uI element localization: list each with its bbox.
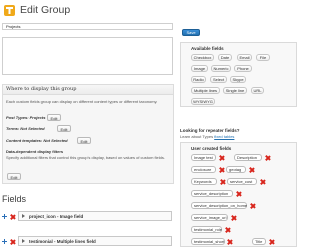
- fields-heading: Fields: [2, 194, 27, 204]
- add-select-field-button[interactable]: Select: [210, 76, 227, 83]
- user-created-fields-panel: User created fields Image test Descripti…: [180, 142, 297, 247]
- remove-icon[interactable]: [260, 179, 265, 184]
- display-intro-text: Each custom fields group can display on …: [6, 99, 158, 104]
- add-image-field-button[interactable]: Image: [191, 65, 208, 72]
- add-phone-field-button[interactable]: Phone: [234, 65, 252, 72]
- content-templates-label: Content templates: Not Selected: [6, 138, 68, 143]
- field-chip[interactable]: enclosure: [191, 166, 216, 173]
- add-checkbox-field-button[interactable]: Checkbox: [191, 54, 214, 61]
- remove-icon[interactable]: [219, 155, 224, 160]
- field-toggle[interactable]: project_icon - Image field: [18, 211, 172, 221]
- field-toggle[interactable]: testimonial - Multiple lines field: [18, 236, 172, 246]
- group-description-textarea[interactable]: [2, 37, 173, 75]
- add-url-field-button[interactable]: URL: [251, 87, 264, 94]
- edit-filters-button[interactable]: Edit: [7, 173, 21, 180]
- expand-arrow-icon: [22, 214, 25, 218]
- remove-icon[interactable]: [265, 155, 270, 160]
- remove-icon[interactable]: [225, 227, 230, 232]
- drag-move-icon[interactable]: [2, 239, 7, 244]
- add-wysiwyg-field-button[interactable]: WYSIWYG: [191, 98, 215, 105]
- field-chip[interactable]: geotag: [226, 166, 246, 173]
- group-name-input[interactable]: Projects: [2, 23, 173, 30]
- available-fields-panel: Available fields Checkbox Date Email Fil…: [180, 42, 297, 107]
- display-panel-heading: Where to display this group: [3, 85, 173, 95]
- add-numeric-field-button[interactable]: Numeric: [211, 65, 231, 72]
- remove-icon[interactable]: [231, 215, 236, 220]
- add-single-line-field-button[interactable]: Single line: [223, 87, 247, 94]
- add-email-field-button[interactable]: Email: [237, 54, 252, 61]
- field-label: project_icon - Image field: [29, 214, 84, 219]
- remove-icon[interactable]: [10, 239, 15, 244]
- filters-description: Specify additional filters that control …: [6, 155, 165, 160]
- remove-icon[interactable]: [236, 191, 241, 196]
- filters-heading: Data-dependent display filters: [6, 149, 64, 154]
- field-row: project_icon - Image field: [2, 210, 176, 224]
- expand-arrow-icon: [22, 239, 25, 243]
- field-chip[interactable]: Title: [252, 238, 266, 245]
- remove-icon[interactable]: [219, 167, 224, 172]
- available-fields-title: Available fields: [191, 46, 224, 51]
- field-chip[interactable]: testimonial_role: [191, 226, 222, 233]
- page-title: Edit Group: [20, 4, 71, 16]
- remove-icon[interactable]: [269, 239, 274, 244]
- edit-post-types-button[interactable]: Edit: [47, 114, 61, 121]
- save-button[interactable]: Save: [182, 29, 200, 36]
- remove-icon[interactable]: [220, 179, 225, 184]
- add-radio-field-button[interactable]: Radio: [191, 76, 206, 83]
- field-chip[interactable]: Image test: [191, 154, 216, 161]
- field-chip[interactable]: service_image_url: [191, 214, 228, 221]
- remove-icon[interactable]: [10, 214, 15, 219]
- field-chip[interactable]: Keywords: [191, 178, 217, 185]
- field-chip[interactable]: Description: [234, 154, 262, 161]
- learn-about-text: Learn about Types fixed tables: [180, 134, 234, 139]
- types-logo-icon: [4, 5, 15, 16]
- field-label: testimonial - Multiple lines field: [29, 239, 96, 244]
- field-chip[interactable]: testimonial_short: [191, 238, 225, 245]
- edit-terms-button[interactable]: Edit: [57, 125, 71, 132]
- field-chip[interactable]: service_description_on_home: [191, 202, 247, 209]
- field-row: testimonial - Multiple lines field: [2, 235, 176, 249]
- edit-templates-button[interactable]: Edit: [77, 137, 91, 144]
- where-to-display-panel: Where to display this group Each custom …: [2, 84, 174, 184]
- remove-icon[interactable]: [250, 203, 255, 208]
- remove-icon[interactable]: [249, 167, 254, 172]
- add-date-field-button[interactable]: Date: [218, 54, 232, 61]
- user-created-fields-title: User created fields: [191, 146, 232, 151]
- fixed-tables-link[interactable]: fixed tables: [214, 134, 234, 139]
- field-chip[interactable]: service_description: [191, 190, 233, 197]
- drag-move-icon[interactable]: [2, 214, 7, 219]
- post-types-label: Post Types: Projects: [6, 115, 46, 120]
- add-multiple-lines-field-button[interactable]: Multiple lines: [191, 87, 220, 94]
- terms-label: Terms: Not Selected: [6, 126, 45, 131]
- add-file-field-button[interactable]: File: [256, 54, 270, 61]
- add-skype-field-button[interactable]: Skype: [230, 76, 246, 83]
- field-chip[interactable]: service_cost: [227, 178, 257, 185]
- remove-icon[interactable]: [227, 239, 232, 244]
- repeater-fields-title: Looking for repeater fields?: [180, 128, 240, 133]
- learn-about-prefix: Learn about Types: [180, 134, 215, 139]
